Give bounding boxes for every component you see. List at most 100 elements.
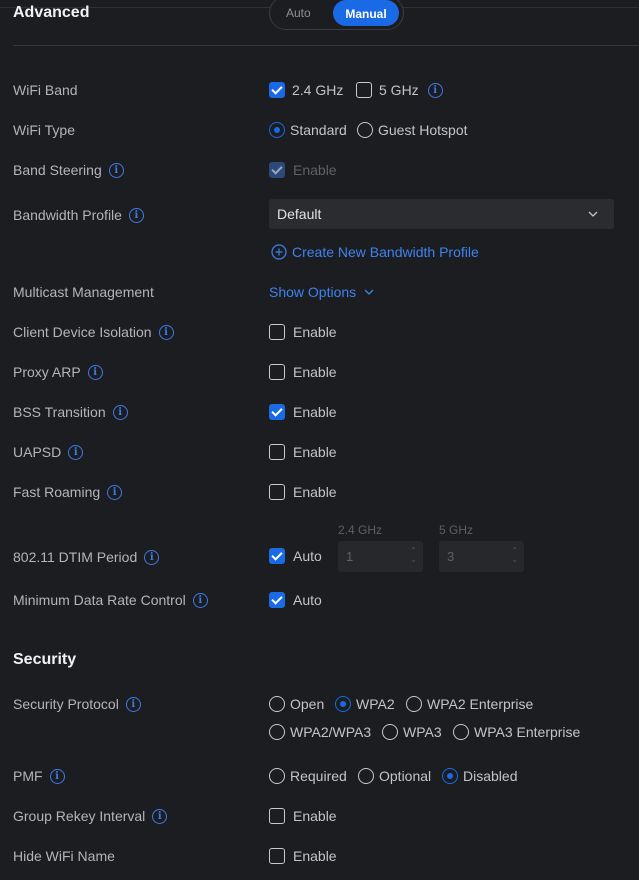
page-title: Advanced	[13, 4, 90, 21]
proxy-arp-checkbox[interactable]: Enable	[269, 364, 337, 380]
protocol-wpa2-radio[interactable]: WPA2	[335, 696, 395, 712]
stepper-down-icon: ⌄	[410, 555, 417, 564]
info-icon[interactable]: i	[427, 82, 443, 98]
uapsd-enable-label: Enable	[293, 444, 337, 460]
checkbox-box	[269, 324, 285, 340]
proxy-arp-label: Proxy ARP i	[13, 364, 103, 380]
pmf-label-text: PMF	[13, 768, 43, 784]
info-icon[interactable]: i	[192, 592, 208, 608]
check-icon	[269, 82, 285, 98]
bandwidth-profile-label: Bandwidth Profile i	[13, 207, 144, 223]
dtim-auto-label: Auto	[293, 548, 322, 564]
stepper-down-icon: ⌄	[511, 555, 518, 564]
pmf-optional-label: Optional	[379, 768, 432, 784]
wifi-type-standard-radio[interactable]: Standard	[269, 122, 347, 138]
dtim-5-value: 3	[447, 549, 455, 564]
protocol-open-radio[interactable]: Open	[269, 696, 324, 712]
plus-circle-icon	[271, 244, 287, 260]
info-icon[interactable]: i	[108, 162, 124, 178]
security-section-title: Security	[13, 651, 77, 668]
min-rate-label-text: Minimum Data Rate Control	[13, 592, 186, 608]
wifi-band-24-checkbox[interactable]: 2.4 GHz	[269, 82, 343, 98]
mode-manual-button[interactable]: Manual	[333, 0, 399, 26]
bss-transition-label: BSS Transition i	[13, 404, 128, 420]
header-divider	[13, 45, 639, 46]
info-icon[interactable]: i	[128, 207, 144, 223]
client-isolation-label-text: Client Device Isolation	[13, 324, 152, 340]
radio-icon	[269, 724, 285, 740]
fast-roaming-enable-label: Enable	[293, 484, 337, 500]
security-protocol-label: Security Protocol i	[13, 696, 141, 712]
check-icon	[269, 404, 285, 420]
radio-icon	[269, 768, 285, 784]
info-icon[interactable]: i	[49, 768, 65, 784]
create-bandwidth-profile-link[interactable]: Create New Bandwidth Profile	[271, 244, 479, 260]
radio-icon	[382, 724, 398, 740]
dtim-5-band-label: 5 GHz	[439, 523, 474, 537]
dtim-auto-checkbox[interactable]: Auto	[269, 548, 322, 564]
info-icon[interactable]: i	[107, 484, 123, 500]
dtim-24-value: 1	[346, 549, 354, 564]
info-icon[interactable]: i	[87, 364, 103, 380]
hide-wifi-name-label-text: Hide WiFi Name	[13, 848, 115, 864]
radio-icon	[406, 696, 422, 712]
fast-roaming-checkbox[interactable]: Enable	[269, 484, 337, 500]
protocol-wpa2-wpa3-radio[interactable]: WPA2/WPA3	[269, 724, 371, 740]
radio-selected-icon	[335, 696, 351, 712]
mode-toggle: Auto Manual	[269, 0, 404, 30]
group-rekey-enable-label: Enable	[293, 808, 337, 824]
wifi-band-label-text: WiFi Band	[13, 82, 78, 98]
wifi-type-guest-label: Guest Hotspot	[378, 122, 468, 138]
client-isolation-enable-label: Enable	[293, 324, 337, 340]
info-icon[interactable]: i	[125, 696, 141, 712]
radio-icon	[269, 696, 285, 712]
info-icon[interactable]: i	[152, 808, 168, 824]
client-isolation-checkbox[interactable]: Enable	[269, 324, 337, 340]
protocol-wpa2-enterprise-radio[interactable]: WPA2 Enterprise	[406, 696, 533, 712]
bandwidth-profile-select[interactable]: Default	[269, 199, 614, 229]
min-rate-auto-checkbox[interactable]: Auto	[269, 592, 322, 608]
checkbox-box	[269, 364, 285, 380]
protocol-wpa2-label: WPA2	[356, 696, 395, 712]
radio-selected-icon	[442, 768, 458, 784]
bandwidth-profile-value: Default	[277, 206, 322, 222]
band-steering-label-text: Band Steering	[13, 162, 102, 178]
mode-auto-button[interactable]: Auto	[286, 6, 311, 20]
multicast-label: Multicast Management	[13, 284, 154, 300]
band-steering-checkbox: Enable	[269, 162, 337, 178]
wifi-band-24-label: 2.4 GHz	[292, 82, 344, 98]
uapsd-checkbox[interactable]: Enable	[269, 444, 337, 460]
multicast-label-text: Multicast Management	[13, 284, 154, 300]
wifi-type-label: WiFi Type	[13, 122, 75, 138]
info-icon[interactable]: i	[144, 549, 160, 565]
check-icon	[269, 592, 285, 608]
uapsd-label-text: UAPSD	[13, 444, 62, 460]
hide-wifi-name-label: Hide WiFi Name	[13, 848, 115, 864]
bss-transition-checkbox[interactable]: Enable	[269, 404, 337, 420]
radio-icon	[358, 768, 374, 784]
info-icon[interactable]: i	[112, 404, 128, 420]
group-rekey-checkbox[interactable]: Enable	[269, 808, 337, 824]
checkbox-box	[356, 82, 372, 98]
info-icon[interactable]: i	[68, 444, 84, 460]
pmf-disabled-radio[interactable]: Disabled	[442, 768, 517, 784]
pmf-optional-radio[interactable]: Optional	[358, 768, 431, 784]
dtim-24-stepper: 1 ⌃ ⌄	[338, 541, 423, 572]
hide-wifi-name-checkbox[interactable]: Enable	[269, 848, 337, 864]
stepper-up-icon: ⌃	[511, 546, 518, 555]
dtim-label-text: 802.11 DTIM Period	[13, 549, 138, 565]
fast-roaming-label: Fast Roaming i	[13, 484, 123, 500]
protocol-open-label: Open	[290, 696, 325, 712]
protocol-wpa3-radio[interactable]: WPA3	[382, 724, 442, 740]
bss-transition-label-text: BSS Transition	[13, 404, 106, 420]
show-options-label: Show Options	[269, 284, 357, 300]
wifi-type-guest-radio[interactable]: Guest Hotspot	[357, 122, 468, 138]
fast-roaming-label-text: Fast Roaming	[13, 484, 101, 500]
pmf-required-radio[interactable]: Required	[269, 768, 347, 784]
info-icon[interactable]: i	[158, 324, 174, 340]
dtim-24-band-label: 2.4 GHz	[338, 523, 383, 537]
wifi-band-5-checkbox[interactable]: 5 GHz i	[356, 82, 443, 98]
multicast-show-options-link[interactable]: Show Options	[269, 284, 375, 300]
protocol-wpa3-enterprise-radio[interactable]: WPA3 Enterprise	[453, 724, 580, 740]
radio-icon	[357, 122, 373, 138]
